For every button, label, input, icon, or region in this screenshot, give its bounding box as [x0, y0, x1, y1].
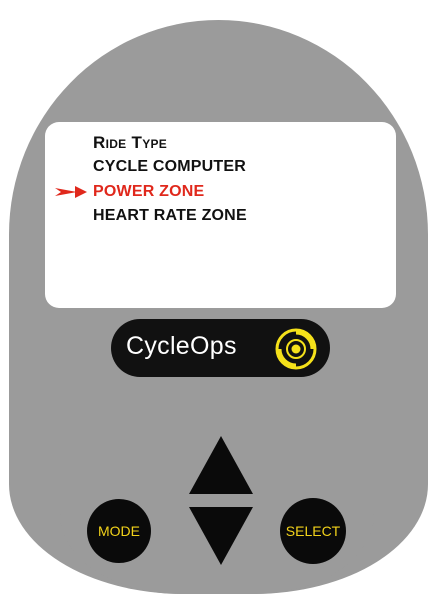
mode-button[interactable]: MODE [87, 499, 151, 563]
brand-logo-text: CycleOps [126, 332, 237, 360]
down-arrow-button[interactable] [189, 507, 253, 565]
cycleops-swirl-icon [275, 328, 317, 370]
cycle-computer-device: Ride Type CYCLE COMPUTER POWER ZONE HEAR… [0, 0, 435, 594]
menu-title: Ride Type [93, 133, 168, 152]
menu-item-power-zone[interactable]: POWER ZONE [93, 183, 204, 201]
menu-item-heart-rate-zone[interactable]: HEART RATE ZONE [93, 207, 247, 225]
menu-item-cycle-computer[interactable]: CYCLE COMPUTER [93, 158, 246, 176]
select-button[interactable]: SELECT [280, 498, 346, 564]
arrow-right-icon [55, 186, 87, 198]
up-arrow-button[interactable] [189, 436, 253, 494]
